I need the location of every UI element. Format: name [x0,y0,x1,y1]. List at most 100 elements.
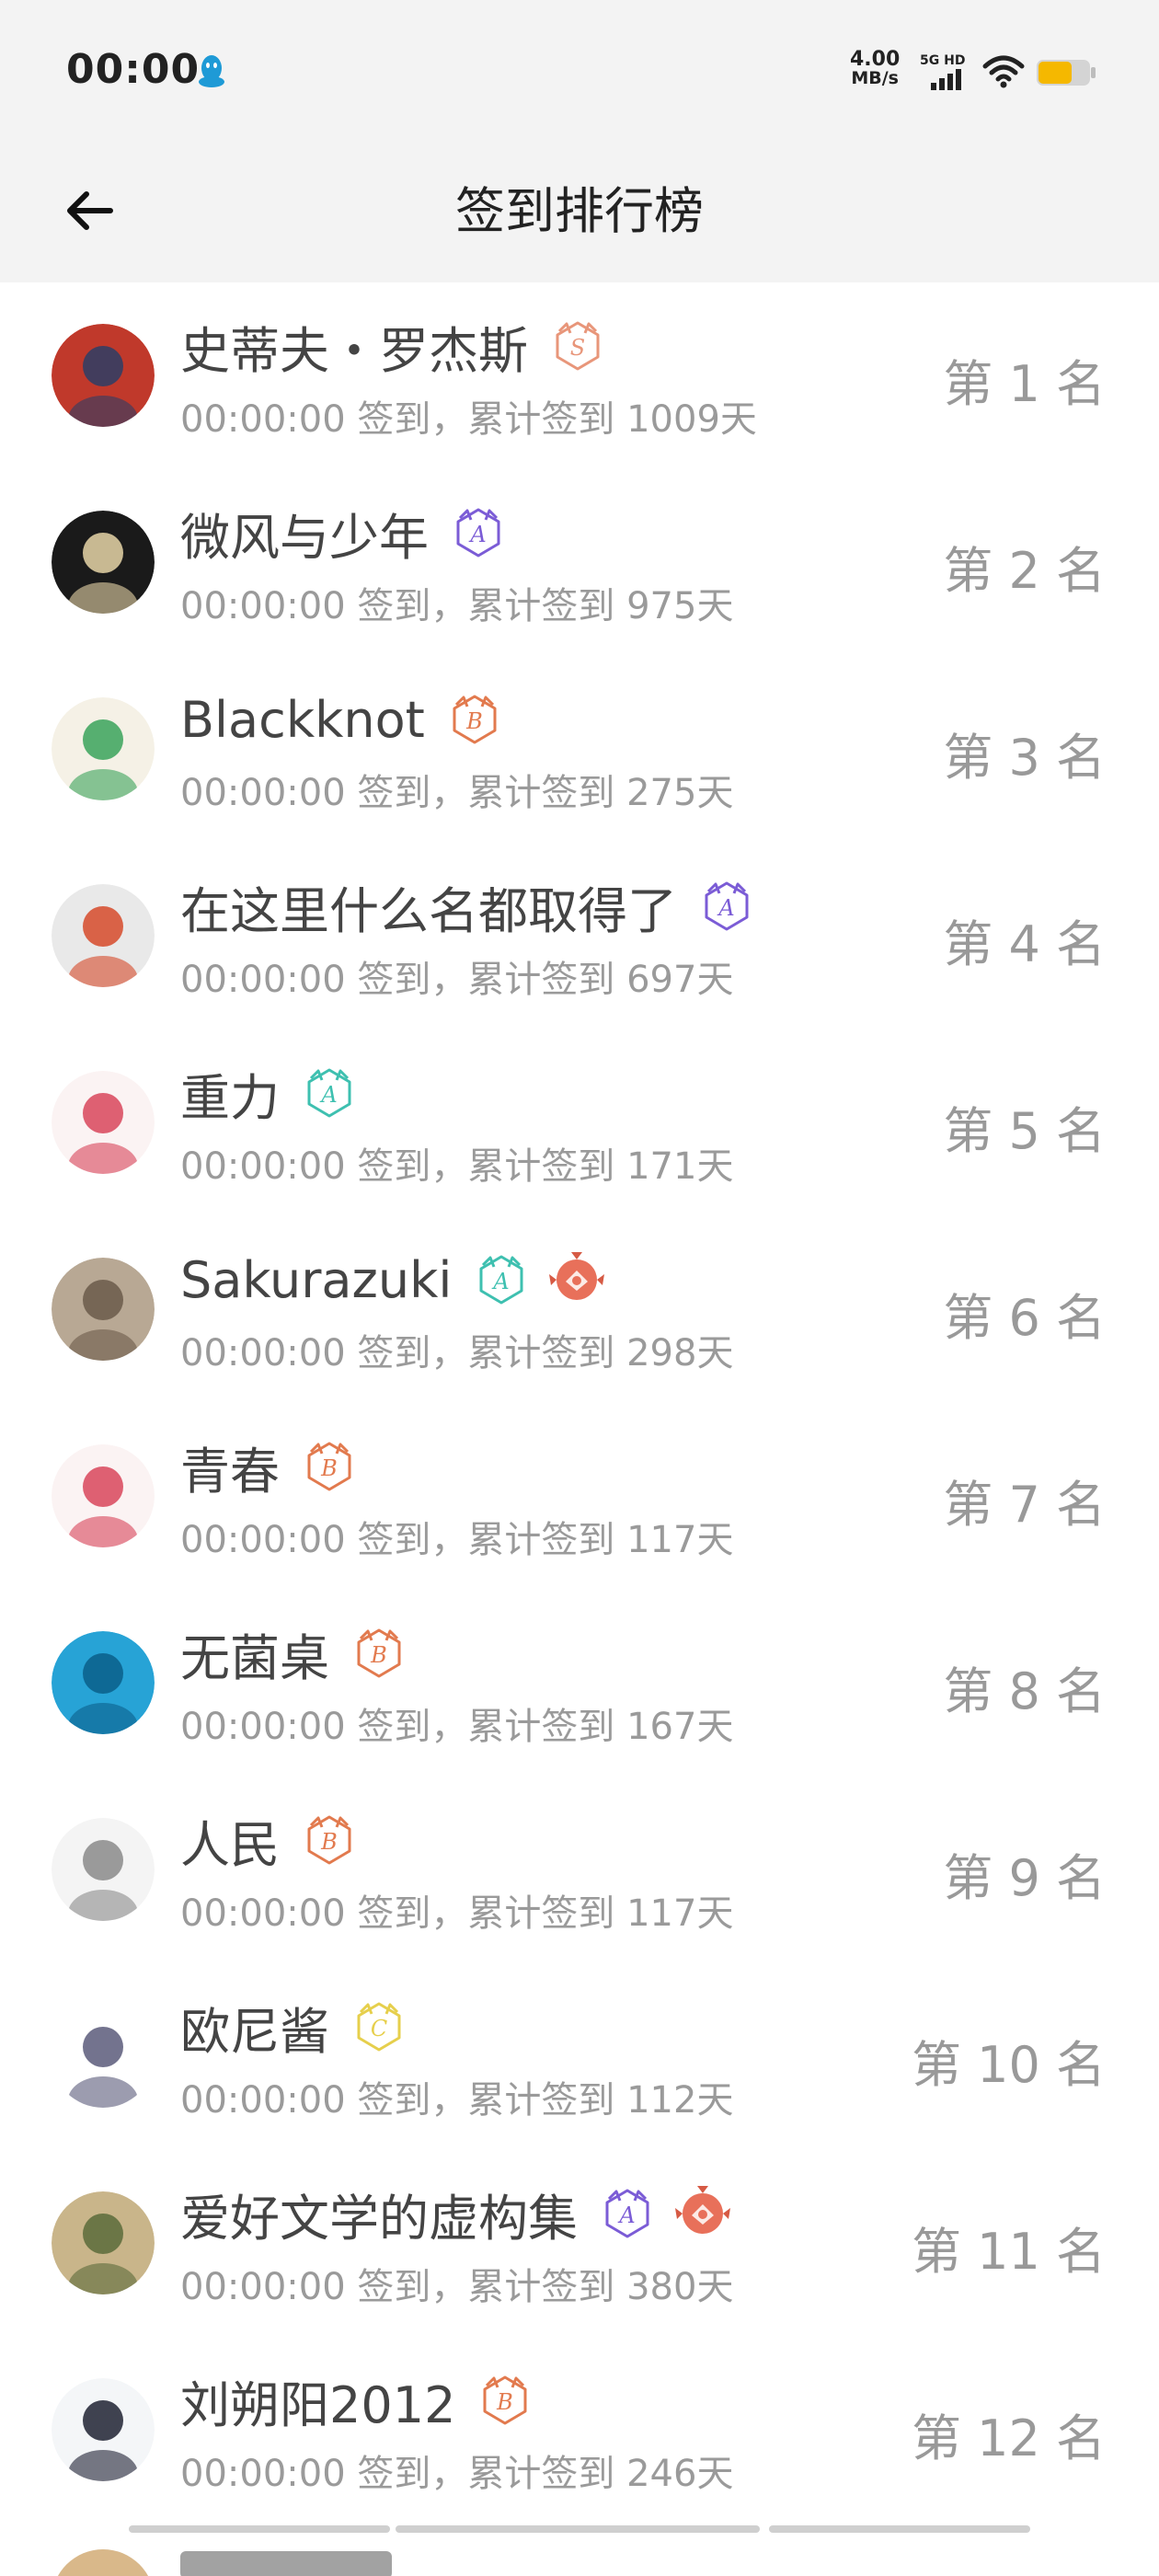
user-avatar[interactable] [52,2191,155,2294]
level-badge-icon[interactable]: A [474,1252,529,1307]
checkin-days: 697天 [626,959,734,1001]
user-avatar[interactable] [52,884,155,987]
checkin-days: 112天 [626,2079,734,2122]
checkin-text: 签到，累计签到 [357,398,615,441]
level-badge-letter: A [717,895,734,921]
qq-icon [199,55,224,87]
level-badge-icon[interactable]: A [302,1065,357,1121]
rank-row[interactable]: 史蒂夫・罗杰斯 S 00:00:00 签到，累计签到 1009天 第 1 名 [0,282,1159,469]
level-badge-icon[interactable]: B [302,1812,357,1868]
name-line: 青春 B [180,1431,357,1502]
checkin-days: 298天 [626,1332,734,1374]
user-name: Sakurazuki [180,1250,453,1309]
checkin-text: 签到，累计签到 [357,772,615,814]
rank-label: 第 12 名 [911,2409,1106,2467]
level-badge-letter: B [497,2389,514,2415]
rank-row[interactable]: Blackknot B 00:00:00 签到，累计签到 275天 第 3 名 [0,656,1159,843]
rank-row[interactable]: 爱好文学的虚构集 A 00:00:00 签到，累计签到 380天 第 11 名 [0,2150,1159,2337]
rank-label: 第 4 名 [943,915,1106,973]
wifi-icon [982,55,1025,88]
rank-list: 史蒂夫・罗杰斯 S 00:00:00 签到，累计签到 1009天 第 1 名微风与少年… [0,282,1159,2524]
level-badge-letter: S [570,335,585,361]
level-badge-letter: B [370,1642,387,1668]
network-speed: 4.00 MB/s [850,50,900,88]
rank-row[interactable]: 青春 B 00:00:00 签到，累计签到 117天 第 7 名 [0,1403,1159,1590]
next-row-peek [0,2524,1159,2576]
checkin-text: 签到，累计签到 [357,1519,615,1561]
rank-label: 第 10 名 [911,2036,1106,2094]
app-bar: 签到排行榜 [0,143,1159,282]
name-line: 重力 A [180,1057,357,1129]
status-bar: 00:00 4.00 MB/s 5G HD [0,0,1159,143]
name-line: 欧尼酱 C [180,1991,407,2063]
user-avatar[interactable] [52,697,155,800]
level-badge-icon[interactable]: A [699,879,754,934]
user-avatar[interactable] [52,324,155,427]
next-row-peek-graphic [57,2525,1030,2576]
level-badge-icon[interactable]: C [351,1999,407,2054]
checkin-time: 00:00:00 [180,2453,346,2495]
user-avatar[interactable] [52,1071,155,1174]
checkin-time: 00:00:00 [180,2079,346,2122]
checkin-info: 00:00:00 签到，累计签到 112天 [180,2070,733,2123]
rank-row[interactable]: 人民 B 00:00:00 签到，累计签到 117天 第 9 名 [0,1777,1159,1963]
checkin-info: 00:00:00 签到，累计签到 171天 [180,1136,733,1190]
user-name: 刘朔阳2012 [180,2375,456,2434]
rank-label: 第 11 名 [911,2223,1106,2281]
level-badge-icon[interactable]: A [451,505,506,560]
checkin-days: 117天 [626,1519,734,1561]
level-badge-letter: A [319,1082,337,1108]
rank-label: 第 6 名 [943,1289,1106,1347]
checkin-info: 00:00:00 签到，累计签到 275天 [180,763,733,816]
checkin-text: 签到，累计签到 [357,585,615,627]
rank-label: 第 3 名 [943,729,1106,787]
checkin-days: 167天 [626,1706,734,1748]
user-avatar[interactable] [52,511,155,614]
level-badge-icon[interactable]: B [351,1626,407,1681]
network-speed-value: 4.00 [850,48,901,71]
checkin-text: 签到，累计签到 [357,959,615,1001]
user-avatar[interactable] [52,2005,155,2108]
checkin-days: 275天 [626,772,734,814]
rank-label: 第 9 名 [943,1849,1106,1907]
user-avatar[interactable] [52,1818,155,1921]
network-type-label: 5G HD [920,53,965,68]
checkin-time: 00:00:00 [180,398,346,441]
level-badge-icon[interactable]: B [447,692,502,747]
checkin-time: 00:00:00 [180,772,346,814]
user-avatar[interactable] [52,1444,155,1547]
checkin-time: 00:00:00 [180,959,346,1001]
rank-row[interactable]: 重力 A 00:00:00 签到，累计签到 171天 第 5 名 [0,1029,1159,1216]
checkin-time: 00:00:00 [180,1706,346,1748]
checkin-info: 00:00:00 签到，累计签到 975天 [180,576,733,629]
level-badge-letter: A [468,522,486,547]
checkin-text: 签到，累计签到 [357,1145,615,1188]
user-avatar[interactable] [52,1631,155,1734]
page-title: 签到排行榜 [455,182,704,240]
rank-row[interactable]: 在这里什么名都取得了 A 00:00:00 签到，累计签到 697天 第 4 名 [0,843,1159,1029]
level-badge-letter: B [320,1455,338,1481]
medal-icon[interactable] [673,2184,732,2243]
user-name: 重力 [180,1068,280,1127]
rank-row[interactable]: 欧尼酱 C 00:00:00 签到，累计签到 112天 第 10 名 [0,1963,1159,2150]
name-line: Sakurazuki A [180,1244,606,1316]
user-avatar[interactable] [52,2378,155,2481]
level-badge-icon[interactable]: B [302,1439,357,1494]
rank-label: 第 2 名 [943,542,1106,600]
level-badge-icon[interactable]: B [477,2373,533,2428]
checkin-time: 00:00:00 [180,1892,346,1935]
user-name: Blackknot [180,690,425,749]
level-badge-icon[interactable]: A [600,2186,655,2241]
checkin-text: 签到，累计签到 [357,2453,615,2495]
rank-row[interactable]: 刘朔阳2012 B 00:00:00 签到，累计签到 246天 第 12 名 [0,2337,1159,2524]
rank-row[interactable]: Sakurazuki A 00:00:00 签到，累计签到 298天 第 6 名 [0,1216,1159,1403]
checkin-info: 00:00:00 签到，累计签到 167天 [180,1696,733,1750]
checkin-info: 00:00:00 签到，累计签到 117天 [180,1510,733,1563]
medal-icon[interactable] [547,1250,606,1309]
user-avatar[interactable] [52,1258,155,1361]
rank-row[interactable]: 微风与少年 A 00:00:00 签到，累计签到 975天 第 2 名 [0,469,1159,656]
rank-row[interactable]: 无菌桌 B 00:00:00 签到，累计签到 167天 第 8 名 [0,1590,1159,1777]
level-badge-icon[interactable]: S [550,318,605,374]
checkin-text: 签到，累计签到 [357,1892,615,1935]
user-name: 欧尼酱 [180,2002,329,2061]
